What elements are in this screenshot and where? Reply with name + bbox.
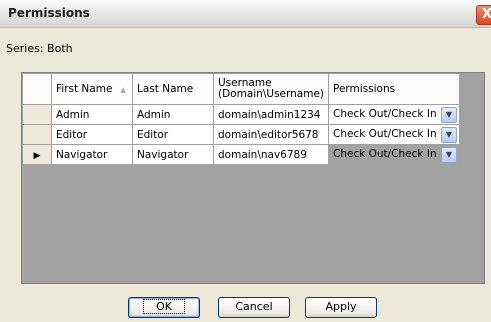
cancel-button[interactable]: Cancel xyxy=(218,297,290,318)
cell-first-name[interactable]: Editor xyxy=(51,124,133,145)
row-header[interactable] xyxy=(22,104,52,125)
permissions-dropdown[interactable]: Check Out/Check In ▼ xyxy=(333,145,457,164)
column-header-label: First Name xyxy=(56,83,113,95)
current-row-icon: ▶ xyxy=(33,150,41,161)
permissions-table: First Name ▲ Last Name Username (Domain\U… xyxy=(22,73,460,165)
cancel-button-label: Cancel xyxy=(235,300,273,313)
permissions-dialog: Permissions X Series: Both First Name ▲ L… xyxy=(0,0,491,322)
cell-username[interactable]: domain\editor5678 xyxy=(213,124,329,145)
dialog-title: Permissions xyxy=(8,6,90,20)
cell-last-name[interactable]: Admin xyxy=(132,104,214,125)
chevron-down-icon[interactable]: ▼ xyxy=(441,127,457,143)
cell-first-name[interactable]: Navigator xyxy=(51,144,133,165)
cell-last-name[interactable]: Navigator xyxy=(132,144,214,165)
cell-permissions[interactable]: Check Out/Check In ▼ xyxy=(328,124,460,145)
close-icon: X xyxy=(481,7,491,22)
permissions-dropdown[interactable]: Check Out/Check In ▼ xyxy=(333,125,457,144)
permissions-dropdown-value: Check Out/Check In xyxy=(333,148,437,160)
cell-username[interactable]: domain\admin1234 xyxy=(213,104,329,125)
permissions-grid[interactable]: First Name ▲ Last Name Username (Domain\U… xyxy=(21,72,485,284)
column-header-label: Last Name xyxy=(137,83,194,95)
column-header-last-name[interactable]: Last Name xyxy=(132,73,214,105)
cell-permissions[interactable]: Check Out/Check In ▼ xyxy=(328,104,460,125)
series-value: Both xyxy=(47,42,73,55)
table-row[interactable]: Admin Admin domain\admin1234 Check Out/C… xyxy=(22,104,460,125)
permissions-dropdown-value: Check Out/Check In xyxy=(333,128,437,140)
ok-button-label: OK xyxy=(143,299,185,314)
cell-first-name[interactable]: Admin xyxy=(51,104,133,125)
row-header[interactable]: ▶ xyxy=(22,144,52,165)
sort-ascending-icon: ▲ xyxy=(120,86,126,94)
cell-username[interactable]: domain\nav6789 xyxy=(213,144,329,165)
column-header-label: Permissions xyxy=(333,83,396,95)
cell-permissions-selected[interactable]: Check Out/Check In ▼ xyxy=(328,144,460,165)
apply-button[interactable]: Apply xyxy=(305,297,377,318)
chevron-down-icon[interactable]: ▼ xyxy=(441,107,457,123)
row-header-corner xyxy=(22,73,52,105)
close-button[interactable]: X xyxy=(476,5,491,25)
title-bar[interactable]: Permissions X xyxy=(0,0,491,28)
chevron-down-icon[interactable]: ▼ xyxy=(441,147,457,163)
ok-button[interactable]: OK xyxy=(128,297,200,318)
permissions-dropdown-value: Check Out/Check In xyxy=(333,108,437,120)
column-header-username[interactable]: Username (Domain\Username) xyxy=(213,73,329,105)
permissions-dropdown[interactable]: Check Out/Check In ▼ xyxy=(333,105,457,124)
table-row-current[interactable]: ▶ Navigator Navigator domain\nav6789 Che… xyxy=(22,144,460,165)
header-row: First Name ▲ Last Name Username (Domain\U… xyxy=(22,73,460,105)
column-header-first-name[interactable]: First Name ▲ xyxy=(51,73,133,105)
series-line: Series: Both xyxy=(6,42,73,55)
cell-last-name[interactable]: Editor xyxy=(132,124,214,145)
series-label: Series: xyxy=(6,42,44,55)
apply-button-label: Apply xyxy=(325,300,357,313)
column-header-sublabel: (Domain\Username) xyxy=(218,88,324,100)
row-header[interactable] xyxy=(22,124,52,145)
table-row[interactable]: Editor Editor domain\editor5678 Check Ou… xyxy=(22,124,460,145)
column-header-permissions[interactable]: Permissions xyxy=(328,73,460,105)
